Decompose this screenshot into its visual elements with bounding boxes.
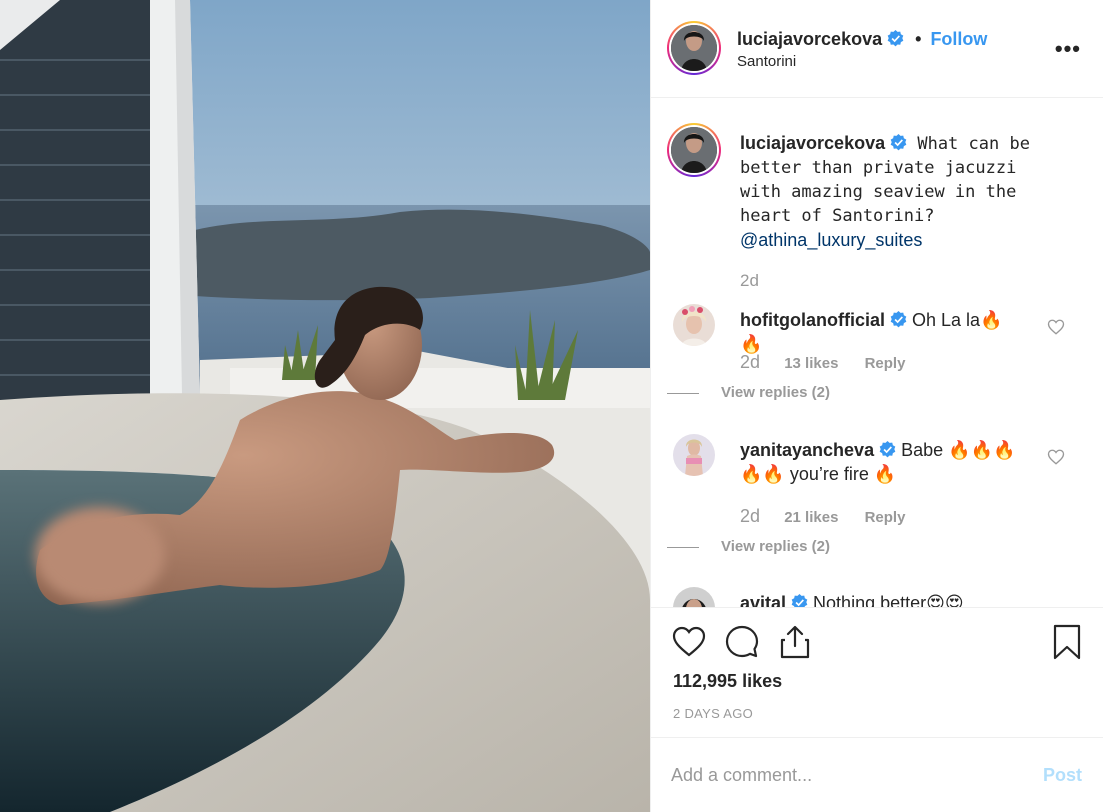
comment-likes[interactable]: 13 likes [784, 355, 838, 372]
like-comment-heart-icon[interactable] [1047, 448, 1065, 466]
commenter-avatar[interactable] [673, 434, 715, 476]
bookmark-icon[interactable] [1049, 624, 1085, 660]
comment-item: hofitgolanofficial Oh La la🔥🔥 2d 13 like… [667, 304, 1083, 414]
verified-badge-icon [890, 134, 907, 151]
view-replies-button[interactable]: View replies (2) [667, 538, 830, 555]
caption-avatar[interactable] [667, 123, 721, 177]
reply-button[interactable]: Reply [865, 509, 906, 526]
post-actions: 112,995 likes 2 DAYS AGO [651, 607, 1103, 737]
post-comment-button[interactable]: Post [1043, 765, 1082, 786]
verified-badge-icon [887, 30, 904, 47]
avatar-photo [673, 304, 715, 346]
commenter-username[interactable]: hofitgolanofficial [740, 310, 885, 330]
comment-text: avital Nothing better😍😍 [740, 591, 1020, 607]
post-side-panel: luciajavorcekova • Follow Santorini ••• [650, 0, 1103, 812]
avatar-photo [671, 25, 717, 71]
separator-dot: • [915, 29, 922, 49]
view-replies-button[interactable]: View replies (2) [667, 384, 830, 401]
posted-time: 2 DAYS AGO [673, 706, 754, 721]
comment-meta: 2d 21 likes Reply [740, 506, 905, 527]
more-options-icon[interactable]: ••• [1055, 36, 1081, 62]
post-location[interactable]: Santorini [737, 53, 796, 70]
commenter-username[interactable]: avital [740, 593, 786, 607]
author-username[interactable]: luciajavorcekova [737, 29, 882, 49]
view-replies-label: View replies (2) [721, 384, 830, 401]
avatar-photo [673, 434, 715, 476]
comment-meta: 2d 13 likes Reply [740, 352, 905, 373]
view-replies-label: View replies (2) [721, 538, 830, 555]
caption-time: 2d [740, 271, 759, 290]
reply-button[interactable]: Reply [865, 355, 906, 372]
commenter-username[interactable]: yanitayancheva [740, 440, 874, 460]
post-photo [0, 0, 650, 812]
post-header: luciajavorcekova • Follow Santorini ••• [651, 0, 1103, 98]
verified-badge-icon [791, 594, 808, 607]
follow-button[interactable]: Follow [930, 29, 987, 49]
view-replies-line [667, 546, 699, 548]
post-image[interactable] [0, 0, 650, 812]
header-user-line: luciajavorcekova • Follow [737, 29, 987, 50]
author-avatar[interactable] [667, 21, 721, 75]
commenter-avatar[interactable] [673, 304, 715, 346]
comment-input[interactable] [671, 760, 1011, 790]
verified-badge-icon [890, 311, 907, 328]
comment-item: yanitayancheva Babe 🔥🔥🔥 🔥🔥 you’re fire 🔥… [667, 434, 1083, 564]
like-comment-heart-icon[interactable] [1047, 318, 1065, 336]
commenter-avatar[interactable] [673, 587, 715, 607]
heart-icon[interactable] [671, 624, 707, 660]
comment-icon[interactable] [724, 624, 760, 660]
comment-item: avital Nothing better😍😍 [673, 587, 1083, 607]
comment-body: Nothing better😍😍 [813, 593, 964, 607]
caption-mention-link[interactable]: @athina_luxury_suites [740, 230, 922, 250]
avatar-photo [673, 587, 715, 607]
verified-badge-icon [879, 441, 896, 458]
caption-username[interactable]: luciajavorcekova [740, 133, 885, 153]
comment-time: 2d [740, 506, 761, 526]
likes-count[interactable]: 112,995 likes [673, 671, 782, 692]
comment-likes[interactable]: 21 likes [784, 509, 838, 526]
comment-time: 2d [740, 352, 761, 372]
share-icon[interactable] [777, 624, 813, 660]
comments-list[interactable]: luciajavorcekova What can be better than… [651, 99, 1103, 607]
avatar-photo [671, 127, 717, 173]
caption-text: luciajavorcekova What can be better than… [740, 131, 1050, 253]
comment-text: yanitayancheva Babe 🔥🔥🔥 🔥🔥 you’re fire 🔥 [740, 438, 1020, 486]
add-comment-bar: Post [651, 737, 1103, 812]
view-replies-line [667, 392, 699, 394]
comment-text: hofitgolanofficial Oh La la🔥🔥 [740, 308, 1020, 356]
